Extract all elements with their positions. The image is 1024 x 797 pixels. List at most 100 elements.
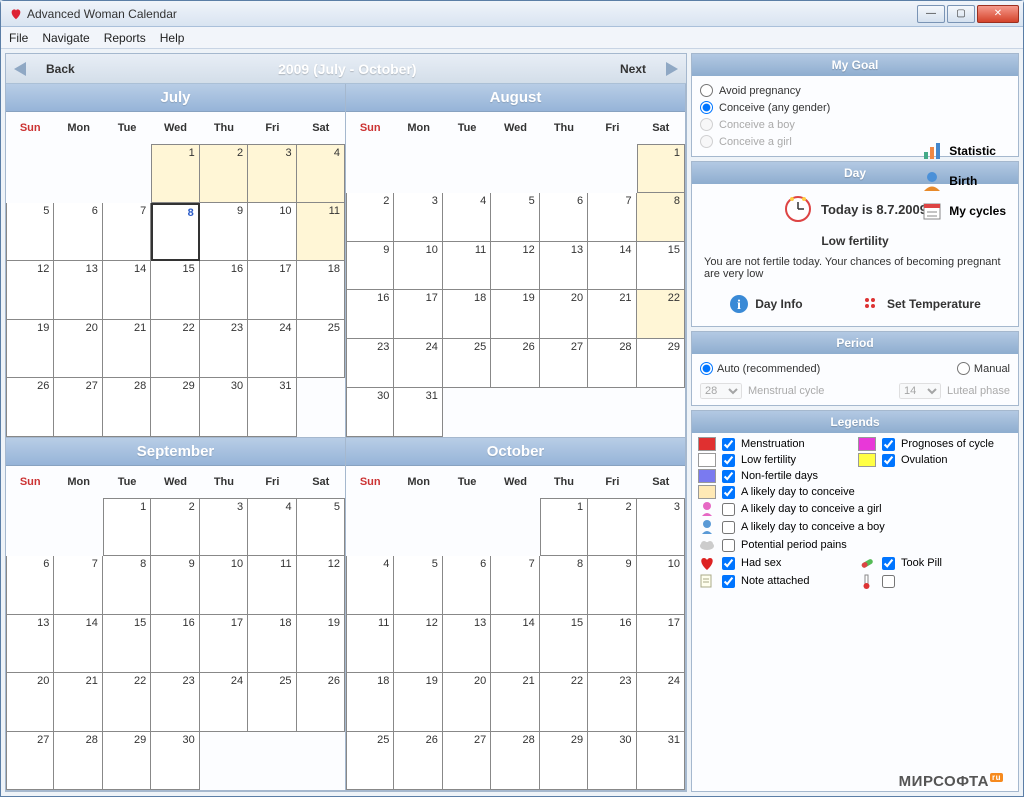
day-cell[interactable]: 6 bbox=[443, 556, 491, 615]
day-cell[interactable]: 10 bbox=[248, 203, 296, 262]
legend-checkbox[interactable] bbox=[722, 539, 735, 552]
day-cell[interactable]: 29 bbox=[637, 339, 685, 388]
day-cell[interactable]: 1 bbox=[151, 144, 199, 203]
day-cell[interactable]: 9 bbox=[200, 203, 248, 262]
legend-checkbox[interactable] bbox=[882, 575, 895, 588]
menu-reports[interactable]: Reports bbox=[104, 31, 146, 45]
day-cell[interactable]: 11 bbox=[297, 203, 345, 262]
day-cell[interactable]: 19 bbox=[491, 290, 539, 339]
legend-checkbox[interactable] bbox=[882, 438, 895, 451]
day-cell[interactable]: 16 bbox=[588, 615, 636, 674]
day-cell[interactable]: 21 bbox=[491, 673, 539, 732]
day-cell[interactable]: 12 bbox=[297, 556, 345, 615]
day-cell[interactable]: 5 bbox=[394, 556, 442, 615]
day-cell[interactable]: 23 bbox=[346, 339, 394, 388]
day-cell[interactable]: 10 bbox=[394, 242, 442, 291]
day-cell[interactable]: 25 bbox=[346, 732, 394, 791]
day-cell[interactable]: 3 bbox=[248, 144, 296, 203]
day-cell[interactable]: 7 bbox=[103, 203, 151, 262]
day-cell[interactable]: 1 bbox=[637, 144, 685, 193]
day-cell[interactable]: 30 bbox=[346, 388, 394, 437]
day-cell[interactable]: 12 bbox=[394, 615, 442, 674]
day-cell[interactable]: 17 bbox=[248, 261, 296, 320]
legend-checkbox[interactable] bbox=[722, 521, 735, 534]
day-cell[interactable]: 5 bbox=[297, 498, 345, 557]
legend-checkbox[interactable] bbox=[882, 454, 895, 467]
day-cell[interactable]: 18 bbox=[346, 673, 394, 732]
day-cell[interactable]: 3 bbox=[394, 193, 442, 242]
day-cell[interactable]: 7 bbox=[588, 193, 636, 242]
day-cell[interactable]: 12 bbox=[491, 242, 539, 291]
day-cell[interactable]: 29 bbox=[540, 732, 588, 791]
day-cell[interactable]: 3 bbox=[200, 498, 248, 557]
period-auto-radio[interactable]: Auto (recommended) bbox=[700, 362, 820, 375]
day-cell[interactable]: 31 bbox=[394, 388, 442, 437]
day-cell[interactable]: 26 bbox=[491, 339, 539, 388]
day-cell[interactable]: 24 bbox=[200, 673, 248, 732]
day-cell[interactable]: 28 bbox=[491, 732, 539, 791]
next-arrow-icon[interactable] bbox=[658, 55, 686, 83]
legend-checkbox[interactable] bbox=[722, 486, 735, 499]
day-cell[interactable]: 30 bbox=[151, 732, 199, 791]
day-cell[interactable]: 29 bbox=[151, 378, 199, 437]
day-cell[interactable]: 22 bbox=[103, 673, 151, 732]
day-cell[interactable]: 13 bbox=[540, 242, 588, 291]
day-cell[interactable]: 20 bbox=[443, 673, 491, 732]
day-cell[interactable]: 25 bbox=[297, 320, 345, 379]
day-cell[interactable]: 23 bbox=[151, 673, 199, 732]
legend-checkbox[interactable] bbox=[722, 503, 735, 516]
day-cell[interactable]: 19 bbox=[394, 673, 442, 732]
cycles-link[interactable]: My cycles bbox=[921, 200, 1006, 222]
day-cell[interactable]: 26 bbox=[297, 673, 345, 732]
menu-file[interactable]: File bbox=[9, 31, 28, 45]
day-cell[interactable]: 5 bbox=[491, 193, 539, 242]
next-button[interactable]: Next bbox=[608, 62, 658, 76]
day-cell[interactable]: 7 bbox=[54, 556, 102, 615]
legend-checkbox[interactable] bbox=[722, 575, 735, 588]
day-cell[interactable]: 10 bbox=[637, 556, 685, 615]
day-cell[interactable]: 27 bbox=[443, 732, 491, 791]
day-cell[interactable]: 22 bbox=[151, 320, 199, 379]
legend-checkbox[interactable] bbox=[722, 470, 735, 483]
day-cell[interactable]: 4 bbox=[297, 144, 345, 203]
day-cell[interactable]: 22 bbox=[540, 673, 588, 732]
day-cell[interactable]: 13 bbox=[443, 615, 491, 674]
legend-checkbox[interactable] bbox=[722, 557, 735, 570]
day-cell[interactable]: 27 bbox=[54, 378, 102, 437]
menu-help[interactable]: Help bbox=[160, 31, 185, 45]
day-cell[interactable]: 2 bbox=[151, 498, 199, 557]
day-cell[interactable]: 23 bbox=[200, 320, 248, 379]
day-cell[interactable]: 25 bbox=[443, 339, 491, 388]
day-cell[interactable]: 9 bbox=[151, 556, 199, 615]
day-cell[interactable]: 16 bbox=[346, 290, 394, 339]
back-button[interactable]: Back bbox=[34, 62, 87, 76]
day-cell[interactable]: 24 bbox=[637, 673, 685, 732]
day-cell[interactable]: 6 bbox=[540, 193, 588, 242]
day-cell[interactable]: 13 bbox=[54, 261, 102, 320]
day-cell[interactable]: 17 bbox=[200, 615, 248, 674]
day-cell[interactable]: 5 bbox=[6, 203, 54, 262]
statistic-link[interactable]: Statistic bbox=[921, 140, 1006, 162]
day-cell[interactable]: 7 bbox=[491, 556, 539, 615]
day-cell[interactable]: 27 bbox=[540, 339, 588, 388]
day-cell[interactable]: 26 bbox=[394, 732, 442, 791]
day-cell[interactable]: 4 bbox=[443, 193, 491, 242]
day-cell[interactable]: 8 bbox=[103, 556, 151, 615]
day-cell[interactable]: 4 bbox=[248, 498, 296, 557]
day-cell[interactable]: 1 bbox=[103, 498, 151, 557]
day-cell[interactable]: 24 bbox=[394, 339, 442, 388]
day-cell[interactable]: 19 bbox=[297, 615, 345, 674]
day-cell[interactable]: 22 bbox=[637, 290, 685, 339]
day-cell[interactable]: 18 bbox=[443, 290, 491, 339]
goal-option[interactable]: Avoid pregnancy bbox=[700, 82, 1010, 99]
menu-navigate[interactable]: Navigate bbox=[42, 31, 89, 45]
day-cell[interactable]: 26 bbox=[6, 378, 54, 437]
day-cell[interactable]: 8 bbox=[637, 193, 685, 242]
day-cell[interactable]: 8 bbox=[540, 556, 588, 615]
day-cell[interactable]: 9 bbox=[346, 242, 394, 291]
day-cell[interactable]: 10 bbox=[200, 556, 248, 615]
day-cell[interactable]: 30 bbox=[200, 378, 248, 437]
day-cell[interactable]: 15 bbox=[151, 261, 199, 320]
day-cell[interactable]: 31 bbox=[248, 378, 296, 437]
day-cell[interactable]: 18 bbox=[248, 615, 296, 674]
